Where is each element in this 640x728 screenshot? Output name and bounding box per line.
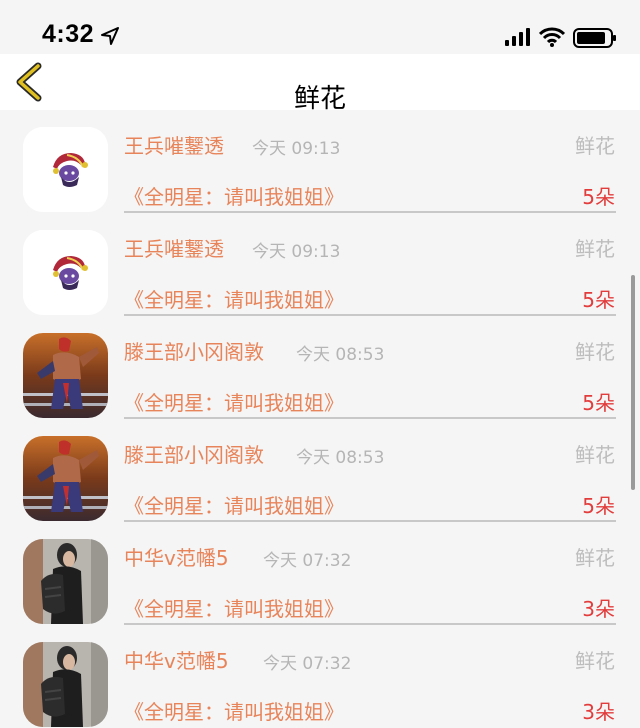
sender-name: 中华v范幡5 <box>124 649 229 673</box>
work-title[interactable]: 《全明星：请叫我姐姐》 <box>124 284 344 313</box>
list-item[interactable]: 中华v范幡5 今天 07:32 鲜花 《全明星：请叫我姐姐》 3朵 <box>0 625 640 728</box>
gift-count: 5朵 <box>582 185 615 209</box>
gift-count: 5朵 <box>582 494 615 518</box>
avatar <box>23 539 108 624</box>
sender-name: 滕王部小冈阁敦 <box>124 443 264 467</box>
list-item[interactable]: 滕王部小冈阁敦 今天 08:53 鲜花 《全明星：请叫我姐姐》 5朵 <box>0 316 640 419</box>
send-time: 今天 09:13 <box>252 139 341 159</box>
sender-name: 滕王部小冈阁敦 <box>124 340 264 364</box>
avatar-jester-icon <box>23 230 108 315</box>
avatar <box>23 436 108 521</box>
avatar-jester-icon <box>23 127 108 212</box>
avatar-fighter-icon <box>23 436 108 521</box>
location-arrow-icon <box>101 27 119 45</box>
gift-type: 鲜花 <box>575 237 615 261</box>
work-title[interactable]: 《全明星：请叫我姐姐》 <box>124 490 344 519</box>
scrollbar[interactable] <box>631 275 635 490</box>
gift-type: 鲜花 <box>575 340 615 364</box>
wifi-icon <box>539 27 565 47</box>
gift-type: 鲜花 <box>575 134 615 158</box>
cellular-signal-icon <box>505 28 530 46</box>
work-title[interactable]: 《全明星：请叫我姐姐》 <box>124 181 344 210</box>
gift-type: 鲜花 <box>575 546 615 570</box>
avatar-fighter-icon <box>23 333 108 418</box>
send-time: 今天 08:53 <box>296 345 385 365</box>
work-title[interactable]: 《全明星：请叫我姐姐》 <box>124 696 344 725</box>
gift-list: 王兵嗺鑋透 今天 09:13 鲜花 《全明星：请叫我姐姐》 5朵 王兵嗺鑋透 今… <box>0 110 640 728</box>
gift-type: 鲜花 <box>575 649 615 673</box>
send-time: 今天 07:32 <box>263 654 352 674</box>
sender-name: 王兵嗺鑋透 <box>124 237 224 261</box>
work-title[interactable]: 《全明星：请叫我姐姐》 <box>124 387 344 416</box>
avatar-person-icon <box>23 539 108 624</box>
status-time: 4:32 <box>42 20 95 48</box>
nav-bar: 鲜花 <box>0 54 640 114</box>
gift-count: 5朵 <box>582 391 615 415</box>
avatar <box>23 127 108 212</box>
sender-name: 中华v范幡5 <box>124 546 229 570</box>
list-item[interactable]: 王兵嗺鑋透 今天 09:13 鲜花 《全明星：请叫我姐姐》 5朵 <box>0 110 640 213</box>
gift-count: 3朵 <box>582 700 615 724</box>
sender-name: 王兵嗺鑋透 <box>124 134 224 158</box>
list-item[interactable]: 中华v范幡5 今天 07:32 鲜花 《全明星：请叫我姐姐》 3朵 <box>0 522 640 625</box>
avatar-person-icon <box>23 642 108 727</box>
send-time: 今天 09:13 <box>252 242 341 262</box>
gift-type: 鲜花 <box>575 443 615 467</box>
avatar <box>23 333 108 418</box>
send-time: 今天 07:32 <box>263 551 352 571</box>
gift-count: 3朵 <box>582 597 615 621</box>
list-item[interactable]: 滕王部小冈阁敦 今天 08:53 鲜花 《全明星：请叫我姐姐》 5朵 <box>0 419 640 522</box>
status-bar: 4:32 <box>0 0 640 54</box>
avatar <box>23 642 108 727</box>
battery-icon <box>573 28 616 48</box>
work-title[interactable]: 《全明星：请叫我姐姐》 <box>124 593 344 622</box>
avatar <box>23 230 108 315</box>
send-time: 今天 08:53 <box>296 448 385 468</box>
list-item[interactable]: 王兵嗺鑋透 今天 09:13 鲜花 《全明星：请叫我姐姐》 5朵 <box>0 213 640 316</box>
gift-count: 5朵 <box>582 288 615 312</box>
